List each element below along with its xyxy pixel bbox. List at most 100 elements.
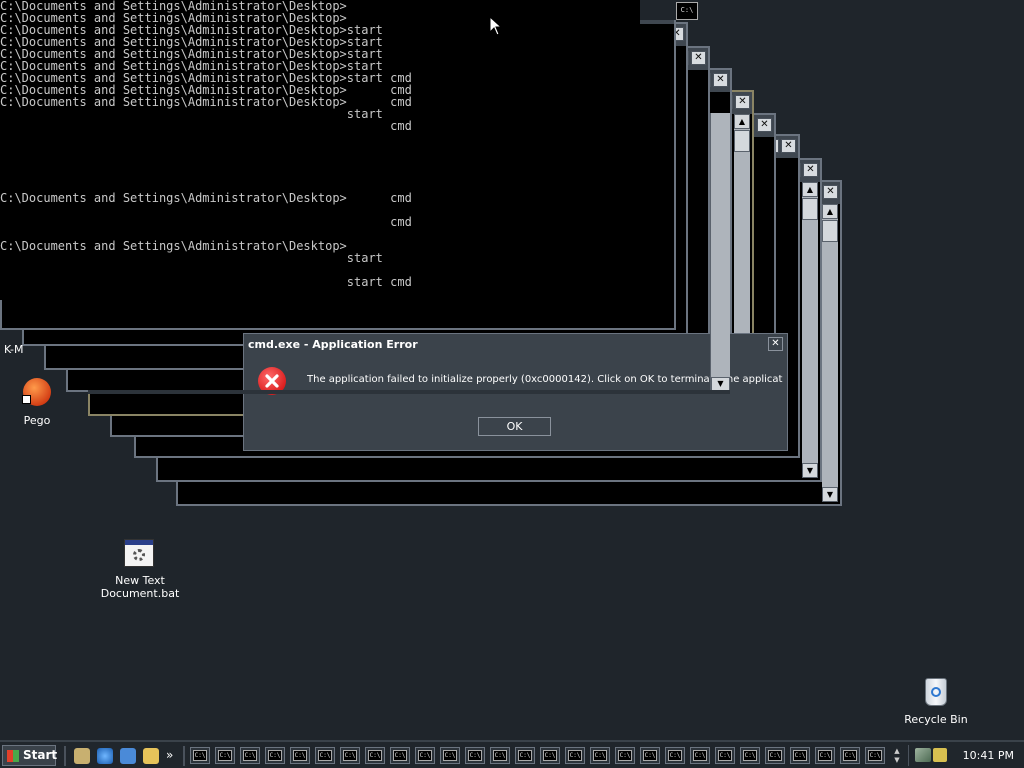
taskbar-cmd-button[interactable]: C:\ (790, 747, 810, 764)
cmd-icon: C:\ (743, 750, 757, 761)
scroll-up-button[interactable]: ▲ (802, 182, 818, 197)
cmd-icon: C:\ (393, 750, 407, 761)
taskbar-cmd-button[interactable]: C:\ (390, 747, 410, 764)
desktop-icon-pego[interactable]: Pego (14, 378, 60, 427)
ok-button[interactable]: OK (478, 417, 551, 436)
close-button[interactable]: ✕ (735, 95, 750, 109)
close-button[interactable]: ✕ (781, 139, 796, 153)
cmd-icon: C:\ (418, 750, 432, 761)
batch-file-icon (124, 539, 154, 567)
security-tray-icon[interactable] (933, 748, 947, 762)
desktop-icon-recycle-bin[interactable]: Recycle Bin (900, 678, 972, 728)
scroll-down-button[interactable]: ▼ (822, 487, 838, 502)
cmd-icon: C:\ (193, 750, 207, 761)
cmd-icon: C:\ (493, 750, 507, 761)
desktop-icon-k-m[interactable]: K-M (4, 338, 24, 357)
cmd-icon: C:\ (668, 750, 682, 761)
windows-explorer-icon[interactable] (143, 748, 159, 764)
cmd-icon: C:\ (868, 750, 882, 761)
scroll-thumb[interactable] (802, 198, 818, 220)
taskbar-cmd-button[interactable]: C:\ (540, 747, 560, 764)
vertical-scrollbar[interactable]: ▲ ▼ (802, 182, 818, 478)
taskbar-cmd-button[interactable]: C:\ (715, 747, 735, 764)
vertical-scrollbar[interactable]: ▲ ▼ (822, 204, 838, 502)
taskbar-cmd-button[interactable]: C:\ (690, 747, 710, 764)
taskbar-cmd-button[interactable]: C:\ (315, 747, 335, 764)
taskbar-cmd-button[interactable]: C:\ (215, 747, 235, 764)
cmd-icon: C:\ (793, 750, 807, 761)
windows-logo-icon (7, 750, 19, 762)
mouse-cursor (489, 15, 503, 36)
desktop-icon-new-text-document[interactable]: New Text Document.bat (100, 539, 180, 603)
cmd-icon: C:\ (643, 750, 657, 761)
taskbar: Start » C:\ C:\ C:\ C:\ C:\ C:\ C:\ C:\ C:\ C:\ C:… (0, 740, 1024, 768)
close-button[interactable]: ✕ (713, 73, 728, 87)
cmd-icon: C:\ (343, 750, 357, 761)
taskbar-cmd-button[interactable]: C:\ (765, 747, 785, 764)
taskbar-cmd-button[interactable]: C:\ (865, 747, 885, 764)
taskbar-scroll-down-icon[interactable]: ▼ (892, 756, 902, 764)
start-button[interactable]: Start (2, 745, 57, 766)
taskbar-cmd-button[interactable]: C:\ (840, 747, 860, 764)
recycle-bin-icon (925, 678, 947, 706)
taskbar-cmd-button[interactable]: C:\ (615, 747, 635, 764)
cmd-icon: C:\ (468, 750, 482, 761)
taskbar-cmd-button[interactable]: C:\ (365, 747, 385, 764)
taskbar-cmd-button[interactable]: C:\ (190, 747, 210, 764)
outlook-express-icon[interactable] (120, 748, 136, 764)
taskbar-cmd-button[interactable]: C:\ (815, 747, 835, 764)
cmd-icon: C:\ (218, 750, 232, 761)
taskbar-cmd-button[interactable]: C:\ (490, 747, 510, 764)
taskbar-cmd-button[interactable]: C:\ (640, 747, 660, 764)
cmd-icon: C:\ (518, 750, 532, 761)
cmd-icon: C:\ (568, 750, 582, 761)
console-line: C:\Documents and Settings\Administrator\… (0, 191, 412, 205)
taskbar-cmd-button[interactable]: C:\ (565, 747, 585, 764)
scroll-up-button[interactable]: ▲ (734, 114, 750, 129)
cmd-icon: C:\ (293, 750, 307, 761)
overlapping-window-edge: ▼ (710, 113, 730, 391)
show-desktop-icon[interactable] (74, 748, 90, 764)
scroll-down-button[interactable]: ▼ (802, 463, 818, 478)
taskbar-scroll-up-icon[interactable]: ▲ (892, 747, 902, 755)
taskbar-cmd-button[interactable]: C:\ (240, 747, 260, 764)
close-button[interactable]: ✕ (757, 118, 772, 132)
scroll-down-button[interactable]: ▼ (711, 377, 730, 391)
close-button[interactable]: ✕ (823, 185, 838, 199)
clock[interactable]: 10:41 PM (963, 749, 1014, 762)
taskbar-cmd-button[interactable]: C:\ (415, 747, 435, 764)
cmd-icon: C:\ (268, 750, 282, 761)
taskbar-cmd-button[interactable]: C:\ (515, 747, 535, 764)
close-button[interactable]: ✕ (803, 163, 818, 177)
close-button[interactable]: ✕ (691, 51, 706, 65)
network-tray-icon[interactable] (915, 748, 931, 762)
cmd-icon: C:\ (818, 750, 832, 761)
dialog-close-button[interactable]: ✕ (768, 337, 783, 351)
taskbar-cmd-button[interactable]: C:\ (665, 747, 685, 764)
dialog-titlebar[interactable]: cmd.exe - Application Error (244, 334, 787, 355)
taskbar-cmd-button[interactable]: C:\ (340, 747, 360, 764)
taskbar-cmd-button[interactable]: C:\ (590, 747, 610, 764)
scroll-thumb[interactable] (734, 130, 750, 152)
taskbar-cmd-button[interactable]: C:\ (465, 747, 485, 764)
console-line: cmd (0, 119, 412, 133)
console-line: cmd (0, 215, 412, 229)
taskbar-cmd-button[interactable]: C:\ (740, 747, 760, 764)
icon-label: Pego (23, 414, 51, 427)
internet-explorer-icon[interactable] (97, 748, 113, 764)
taskbar-cmd-button[interactable]: C:\ (265, 747, 285, 764)
scroll-up-button[interactable]: ▲ (822, 204, 838, 219)
taskbar-cmd-button[interactable]: C:\ (440, 747, 460, 764)
cmd-icon: C:\ (618, 750, 632, 761)
icon-label: Recycle Bin (904, 713, 968, 726)
cmd-icon: C:\ (243, 750, 257, 761)
taskbar-cmd-button[interactable]: C:\ (290, 747, 310, 764)
cmd-icon: C:\ (318, 750, 332, 761)
quicklaunch-more-chevron[interactable]: » (166, 747, 178, 763)
cmd-icon: C:\ (843, 750, 857, 761)
cmd-icon: C:\ (368, 750, 382, 761)
scroll-thumb[interactable] (822, 220, 838, 242)
taskbar-separator (183, 746, 185, 766)
